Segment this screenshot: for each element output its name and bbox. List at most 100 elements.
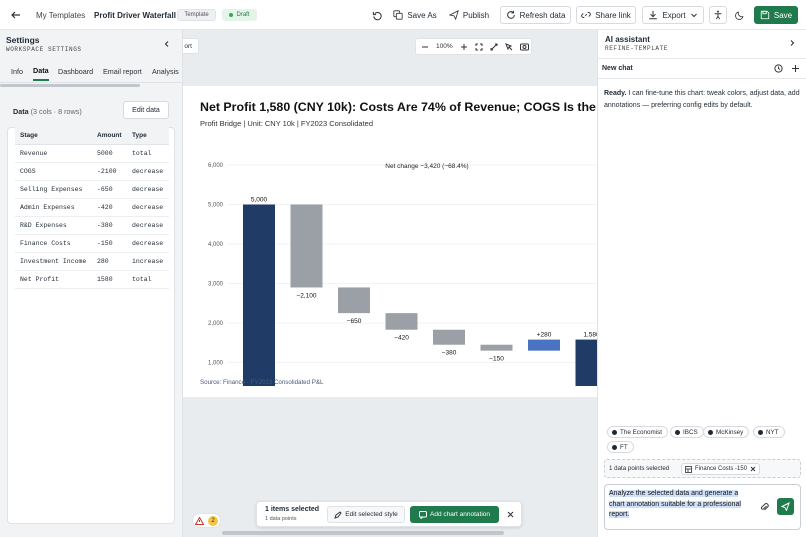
table-row[interactable]: Revenue 5000 total	[15, 145, 169, 163]
cell-type[interactable]: decrease	[132, 222, 163, 229]
paperclip-icon[interactable]	[760, 502, 769, 512]
save-button[interactable]: Save	[754, 6, 798, 24]
zoom-level[interactable]: 100%	[436, 43, 453, 50]
column-header-amount[interactable]: Amount	[97, 132, 122, 139]
remove-chip-icon[interactable]	[750, 466, 756, 472]
publish-button[interactable]: Publish	[446, 6, 492, 24]
waterfall-bar[interactable]	[480, 344, 513, 351]
cell-amount[interactable]: -380	[97, 222, 113, 229]
breadcrumb-my-templates[interactable]: My Templates	[36, 0, 85, 30]
table-row[interactable]: Admin Expenses -420 decrease	[15, 199, 169, 217]
export-dropdown[interactable]: Export	[642, 6, 704, 24]
edit-data-button[interactable]: Edit data	[123, 101, 169, 119]
style-chip-ft[interactable]: FT	[607, 441, 634, 453]
style-chip-ibcs[interactable]: IBCS	[670, 426, 704, 438]
collapse-assistant-icon[interactable]	[788, 39, 796, 47]
cell-stage[interactable]: Investment Income	[20, 258, 86, 265]
accessibility-button[interactable]	[709, 6, 727, 24]
cell-stage[interactable]: Admin Expenses	[20, 204, 75, 211]
chat-input-text[interactable]: Analyze the selected data and generate a…	[609, 489, 755, 521]
pointer-select-icon[interactable]	[505, 43, 513, 51]
cell-amount[interactable]: -650	[97, 186, 113, 193]
undo-button[interactable]	[367, 6, 387, 24]
waterfall-chart[interactable]: 1,000 2,000 3,000 4,000 5,000 6,000 Net change…	[183, 146, 597, 386]
waterfall-bar[interactable]	[433, 329, 465, 345]
close-icon[interactable]	[507, 511, 514, 518]
waterfall-bar[interactable]	[385, 313, 418, 330]
history-icon[interactable]	[774, 64, 783, 73]
column-header-stage[interactable]: Stage	[20, 132, 38, 139]
cell-type[interactable]: decrease	[132, 186, 163, 193]
tab-email-report[interactable]: Email report	[103, 61, 142, 81]
cell-amount[interactable]: -150	[97, 240, 113, 247]
waterfall-bar[interactable]	[290, 204, 323, 288]
canvas-horizontal-scrollbar[interactable]	[222, 531, 504, 535]
table-row[interactable]: R&D Expenses -380 decrease	[15, 217, 169, 235]
cell-stage[interactable]: Net Profit	[20, 276, 59, 283]
save-as-button[interactable]: Save As	[392, 6, 438, 24]
table-row[interactable]: Finance Costs -150 decrease	[15, 235, 169, 253]
tabs-scrollbar[interactable]	[0, 84, 140, 87]
moon-icon	[735, 11, 744, 20]
style-chip-nyt[interactable]: NYT	[753, 426, 785, 438]
cell-stage[interactable]: Revenue	[20, 150, 47, 157]
table-row[interactable]: Net Profit 1580 total	[15, 271, 169, 289]
image-icon[interactable]	[520, 43, 529, 51]
save-label: Save	[773, 10, 793, 20]
share-link-button[interactable]: Share link	[576, 6, 636, 24]
selected-point-chip[interactable]: Finance Costs -150	[681, 463, 761, 475]
cell-type[interactable]: total	[132, 150, 152, 157]
zoom-out-icon[interactable]	[421, 43, 429, 51]
cell-amount[interactable]: -2100	[97, 168, 117, 175]
waterfall-bar[interactable]	[528, 339, 560, 351]
warnings-badge[interactable]: 2	[192, 513, 221, 528]
theme-toggle-button[interactable]	[731, 6, 749, 24]
cell-stage[interactable]: R&D Expenses	[20, 222, 67, 229]
tab-data[interactable]: Data	[33, 61, 49, 81]
tab-dashboard[interactable]: Dashboard	[58, 61, 93, 81]
new-chat-label[interactable]: New chat	[602, 65, 633, 72]
table-row[interactable]: Selling Expenses -650 decrease	[15, 181, 169, 199]
cell-stage[interactable]: Selling Expenses	[20, 186, 82, 193]
style-chip-mckinsey[interactable]: McKinsey	[703, 426, 750, 438]
table-row[interactable]: Investment Income 280 increase	[15, 253, 169, 271]
refresh-data-button[interactable]: Refresh data	[500, 6, 571, 24]
warning-icon	[195, 516, 204, 525]
waterfall-bar[interactable]	[243, 204, 275, 387]
table-row[interactable]: COGS -2100 decrease	[15, 163, 169, 181]
back-button[interactable]	[10, 0, 22, 30]
waterfall-bar[interactable]	[338, 287, 370, 314]
cell-amount[interactable]: 5000	[97, 150, 113, 157]
style-chip-economist[interactable]: The Economist	[607, 426, 668, 438]
cell-type[interactable]: decrease	[132, 240, 163, 247]
fullscreen-icon[interactable]	[490, 43, 498, 51]
cell-amount[interactable]: 280	[97, 258, 109, 265]
edit-selected-style-button[interactable]: Edit selected style	[327, 506, 405, 523]
waterfall-bar[interactable]	[575, 339, 598, 386]
chart-card[interactable]: Net Profit 1,580 (CNY 10k): Costs Are 74…	[183, 86, 597, 397]
chart-title[interactable]: Net Profit 1,580 (CNY 10k): Costs Are 74…	[200, 100, 597, 114]
cell-type[interactable]: decrease	[132, 168, 163, 175]
y-tick-label: 5,000	[208, 203, 224, 209]
zoom-in-icon[interactable]	[460, 43, 468, 51]
tab-info[interactable]: Info	[11, 61, 23, 81]
assistant-title: AI assistant	[605, 35, 650, 44]
cell-amount[interactable]: 1580	[97, 276, 113, 283]
chart-subtitle[interactable]: Profit Bridge | Unit: CNY 10k | FY2023 C…	[200, 119, 373, 128]
chat-input[interactable]: Analyze the selected data and generate a…	[604, 484, 801, 530]
send-message-button[interactable]	[777, 498, 794, 515]
column-header-type[interactable]: Type	[132, 132, 147, 139]
assistant-divider	[598, 58, 806, 59]
cell-stage[interactable]: Finance Costs	[20, 240, 71, 247]
cell-type[interactable]: increase	[132, 258, 163, 265]
cell-type[interactable]: total	[132, 276, 152, 283]
fit-to-screen-icon[interactable]	[475, 43, 483, 51]
plus-icon[interactable]	[791, 64, 800, 73]
zoom-toolbar: 100%	[415, 38, 532, 55]
cell-stage[interactable]: COGS	[20, 168, 36, 175]
cell-type[interactable]: decrease	[132, 204, 163, 211]
cell-amount[interactable]: -420	[97, 204, 113, 211]
tab-analysis[interactable]: Analysis	[152, 61, 179, 81]
collapse-panel-icon[interactable]	[163, 40, 171, 48]
add-chart-annotation-button[interactable]: Add chart annotation	[410, 506, 499, 523]
